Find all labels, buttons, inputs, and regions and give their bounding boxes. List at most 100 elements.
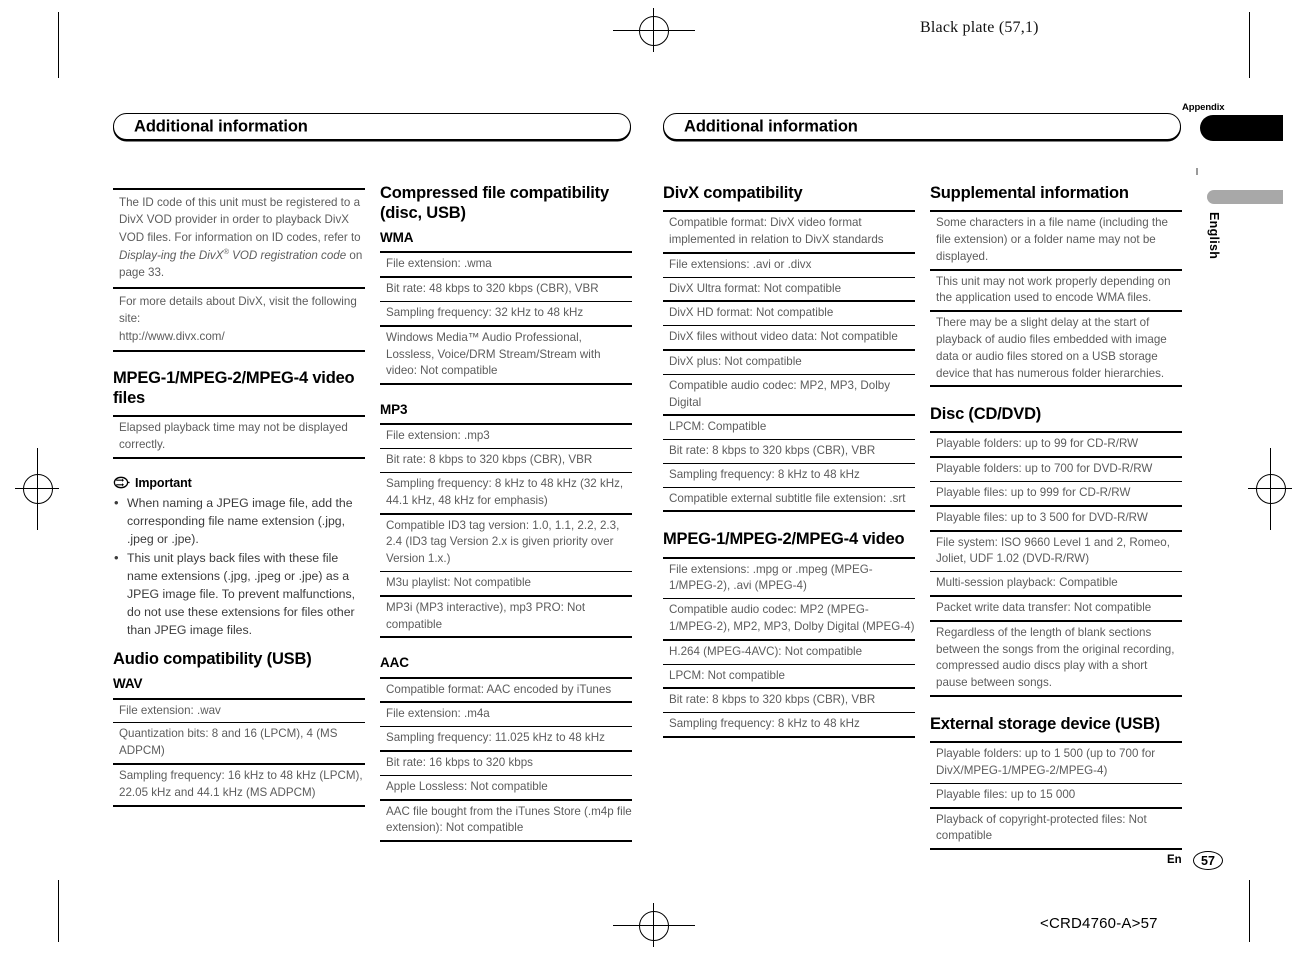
table-external-storage: Playable folders: up to 1 500 (up to 700… — [930, 741, 1182, 851]
table-row: Sampling frequency: 8 kHz to 48 kHz — [663, 464, 915, 488]
table-row: LPCM: Not compatible — [663, 665, 915, 690]
manual-page: Black plate (57,1) Additional informatio… — [0, 0, 1307, 954]
footer-document-code: <CRD4760-A>57 — [1040, 915, 1158, 932]
table-row: Playable folders: up to 99 for CD-R/RW — [930, 433, 1182, 459]
table-row: Playback of copyright-protected files: N… — [936, 812, 1147, 843]
table-row: Playable folders: up to 1 500 (up to 700… — [930, 743, 1182, 784]
table-row: Bit rate: 8 kbps to 320 kbps (CBR), VBR — [663, 689, 915, 714]
column-1: The ID code of this unit must be registe… — [113, 188, 365, 824]
table-supplemental: Some characters in a file name (includin… — [930, 210, 1182, 388]
table-row: Some characters in a file name (includin… — [930, 212, 1182, 271]
note-part-italic-2: VOD registration code — [228, 249, 347, 263]
trim-mark-right-bottom — [1249, 880, 1250, 942]
list-item: This unit plays back files with these fi… — [113, 548, 365, 639]
table-mpeg-video: File extensions: .mpg or .mpeg (MPEG-1/M… — [663, 556, 915, 738]
right-page-banner-title: Additional information — [684, 117, 858, 135]
table-row: Bit rate: 48 kbps to 320 kbps (CBR), VBR — [380, 278, 632, 303]
footer-page-number: 57 — [1193, 851, 1223, 870]
heading-supplemental-information: Supplemental information — [930, 184, 1129, 202]
table-row: Apple Lossless: Not compatible — [380, 776, 632, 801]
margin-tick — [1196, 168, 1198, 175]
table-mp3: File extension: .mp3 Bit rate: 8 kbps to… — [380, 423, 632, 639]
subheading-wma: WMA — [380, 230, 414, 246]
table-row: AAC file bought from the iTunes Store (.… — [386, 804, 632, 835]
table-aac: Compatible format: AAC encoded by iTunes… — [380, 676, 632, 843]
table-row: DivX plus: Not compatible — [663, 351, 915, 375]
table-row: Compatible audio codec: MP2 (MPEG-1/MPEG… — [663, 599, 915, 641]
column-2: Compressed file compatibility (disc, USB… — [380, 183, 632, 859]
table-row: Compatible ID3 tag version: 1.0, 1.1, 2.… — [380, 515, 632, 572]
heading-divx-compatibility: DivX compatibility — [663, 184, 803, 202]
table-row: Playable folders: up to 700 for DVD-R/RW — [930, 458, 1182, 483]
table-row: File system: ISO 9660 Level 1 and 2, Rom… — [930, 532, 1182, 573]
table-row: Sampling frequency: 32 kHz to 48 kHz — [380, 302, 632, 327]
table-row: DivX Ultra format: Not compatible — [663, 278, 915, 303]
table-row: Compatible format: DivX video format imp… — [663, 212, 915, 254]
table-wma: File extension: .wma Bit rate: 48 kbps t… — [380, 251, 632, 386]
table-row: H.264 (MPEG-4AVC): Not compatible — [663, 641, 915, 665]
column-4: Supplemental information Some characters… — [930, 183, 1182, 867]
appendix-tab-label: Appendix — [1182, 102, 1225, 113]
table-row: File extension: .m4a — [380, 703, 632, 728]
language-tab-gray — [1207, 190, 1283, 204]
table-row: Compatible external subtitle file extens… — [669, 491, 906, 505]
table-row: Sampling frequency: 16 kHz to 48 kHz (LP… — [119, 769, 363, 799]
table-row: This unit may not work properly dependin… — [930, 271, 1182, 313]
table-row: There may be a slight delay at the start… — [936, 316, 1167, 380]
table-row: Sampling frequency: 8 kHz to 48 kHz (32 … — [380, 473, 632, 515]
table-row: Bit rate: 16 kbps to 320 kbps — [380, 752, 632, 776]
table-row: File extension: .wav — [113, 700, 365, 724]
table-row: Windows Media™ Audio Professional, Lossl… — [386, 330, 601, 378]
trim-mark-right — [1249, 12, 1250, 78]
table-row: Playable files: up to 3 500 for DVD-R/RW — [930, 507, 1182, 532]
heading-external-storage-device-usb: External storage device (USB) — [930, 714, 1160, 733]
table-row: File extensions: .avi or .divx — [663, 254, 915, 278]
important-block-header: Important — [113, 476, 365, 490]
table-row: MP3i (MP3 interactive), mp3 PRO: Not com… — [386, 600, 586, 631]
table-row: Playable files: up to 15 000 — [930, 784, 1182, 809]
left-page-banner-title: Additional information — [134, 117, 308, 135]
table-row: Bit rate: 8 kbps to 320 kbps (CBR), VBR — [380, 449, 632, 473]
heading-mpeg-video-files: MPEG-1/MPEG-2/MPEG-4 video files — [113, 368, 355, 408]
important-bullet-list: When naming a JPEG image file, add the c… — [113, 493, 365, 640]
divx-notes-table: The ID code of this unit must be registe… — [113, 188, 365, 352]
table-row: Compatible audio codec: MP2, MP3, Dolby … — [663, 375, 915, 417]
table-row: Sampling frequency: 8 kHz to 48 kHz — [669, 717, 860, 731]
plate-label: Black plate (57,1) — [920, 19, 1039, 36]
table-wav: File extension: .wav Quantization bits: … — [113, 697, 365, 807]
table-row: File extension: .mp3 — [380, 425, 632, 450]
heading-compressed-file-compatibility: Compressed file compatibility (disc, USB… — [380, 184, 609, 223]
subheading-wav: WAV — [113, 676, 143, 692]
heading-disc-cd-dvd: Disc (CD/DVD) — [930, 405, 1042, 424]
heading-mpeg-video: MPEG-1/MPEG-2/MPEG-4 video — [663, 530, 905, 549]
table-row: LPCM: Compatible — [663, 416, 915, 441]
table-row: Sampling frequency: 11.025 kHz to 48 kHz — [380, 727, 632, 752]
table-divx: Compatible format: DivX video format imp… — [663, 210, 915, 513]
note-part-italic-1: Display-ing the DivX — [119, 249, 224, 263]
table-row: DivX files without video data: Not compa… — [663, 326, 915, 351]
table-row: DivX HD format: Not compatible — [663, 302, 915, 327]
appendix-tab-black — [1200, 115, 1283, 141]
note-row-divx-site: For more details about DivX, visit the f… — [119, 294, 357, 343]
table-disc: Playable folders: up to 99 for CD-R/RW P… — [930, 431, 1182, 697]
table-row: Packet write data transfer: Not compatib… — [930, 597, 1182, 622]
table-row: Quantization bits: 8 and 16 (LPCM), 4 (M… — [113, 723, 365, 766]
table-row: File extension: .wma — [380, 253, 632, 279]
table-mpeg-video-files: Elapsed playback time may not be display… — [113, 415, 365, 459]
trim-mark-left — [58, 12, 59, 78]
table-row: Playable files: up to 999 for CD-R/RW — [930, 482, 1182, 507]
important-icon — [113, 476, 130, 489]
table-row: File extensions: .mpg or .mpeg (MPEG-1/M… — [663, 559, 915, 600]
subheading-aac: AAC — [380, 655, 409, 671]
important-label: Important — [135, 475, 192, 490]
table-row: Bit rate: 8 kbps to 320 kbps (CBR), VBR — [663, 440, 915, 464]
table-row: Compatible format: AAC encoded by iTunes — [380, 679, 632, 704]
table-row: M3u playlist: Not compatible — [380, 572, 632, 597]
table-row: Multi-session playback: Compatible — [930, 572, 1182, 597]
heading-audio-compatibility-usb: Audio compatibility (USB) — [113, 650, 312, 669]
footer-language-code: En — [1167, 854, 1182, 866]
note-part-1: The ID code of this unit must be registe… — [119, 196, 361, 244]
note-row-divx-vod: The ID code of this unit must be registe… — [113, 190, 365, 289]
list-item: When naming a JPEG image file, add the c… — [113, 493, 365, 548]
right-page-banner: Additional information — [663, 113, 1181, 140]
